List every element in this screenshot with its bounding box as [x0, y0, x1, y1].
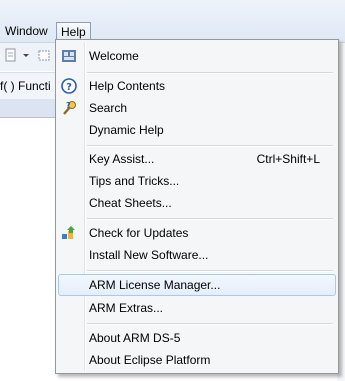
menu-item-search[interactable]: ? Search — [58, 97, 334, 119]
menu-item-welcome[interactable]: Welcome — [58, 45, 334, 67]
help-icon: ? — [61, 78, 77, 94]
key-assist-shortcut: Ctrl+Shift+L — [256, 152, 320, 166]
menu-item-tips-and-tricks[interactable]: Tips and Tricks... — [58, 170, 334, 192]
menu-separator — [87, 72, 333, 74]
menu-item-about-eclipse-platform[interactable]: About Eclipse Platform — [58, 349, 334, 371]
menu-bar: Window Help — [0, 0, 345, 43]
function-view-tab[interactable]: f( ) Functi — [0, 72, 60, 100]
help-menu-dropdown: Welcome ? Help Contents ? Search Dynamic… — [55, 39, 339, 374]
menu-item-dynamic-help[interactable]: Dynamic Help — [58, 119, 334, 141]
menu-item-install-new-software[interactable]: Install New Software... — [58, 244, 334, 266]
new-file-icon[interactable] — [4, 48, 18, 62]
dropdown-arrow-icon[interactable] — [21, 48, 31, 62]
function-view-label: f( ) Functi — [0, 79, 51, 93]
menu-item-check-for-updates[interactable]: Check for Updates — [58, 222, 334, 244]
menu-item-about-arm-ds5[interactable]: About ARM DS-5 — [58, 327, 334, 349]
menu-help[interactable]: Help — [56, 22, 91, 40]
open-icon[interactable] — [37, 48, 51, 62]
menu-separator — [87, 323, 333, 325]
menu-item-cheat-sheets[interactable]: Cheat Sheets... — [58, 192, 334, 214]
menu-item-arm-extras[interactable]: ARM Extras... — [58, 297, 334, 319]
menu-item-arm-license-manager[interactable]: ARM License Manager... — [58, 274, 336, 296]
menu-item-help-contents[interactable]: ? Help Contents — [58, 75, 334, 97]
menu-separator — [87, 145, 333, 147]
editor-strip — [0, 99, 60, 118]
svg-text:?: ? — [66, 101, 71, 110]
menu-item-key-assist[interactable]: Key Assist... Ctrl+Shift+L — [58, 148, 334, 170]
update-icon — [62, 226, 75, 239]
menu-separator — [87, 270, 333, 272]
menu-window[interactable]: Window — [1, 22, 52, 40]
search-help-icon: ? — [63, 101, 76, 115]
menu-separator — [87, 218, 333, 220]
welcome-icon — [62, 50, 76, 62]
svg-text:?: ? — [66, 82, 72, 93]
